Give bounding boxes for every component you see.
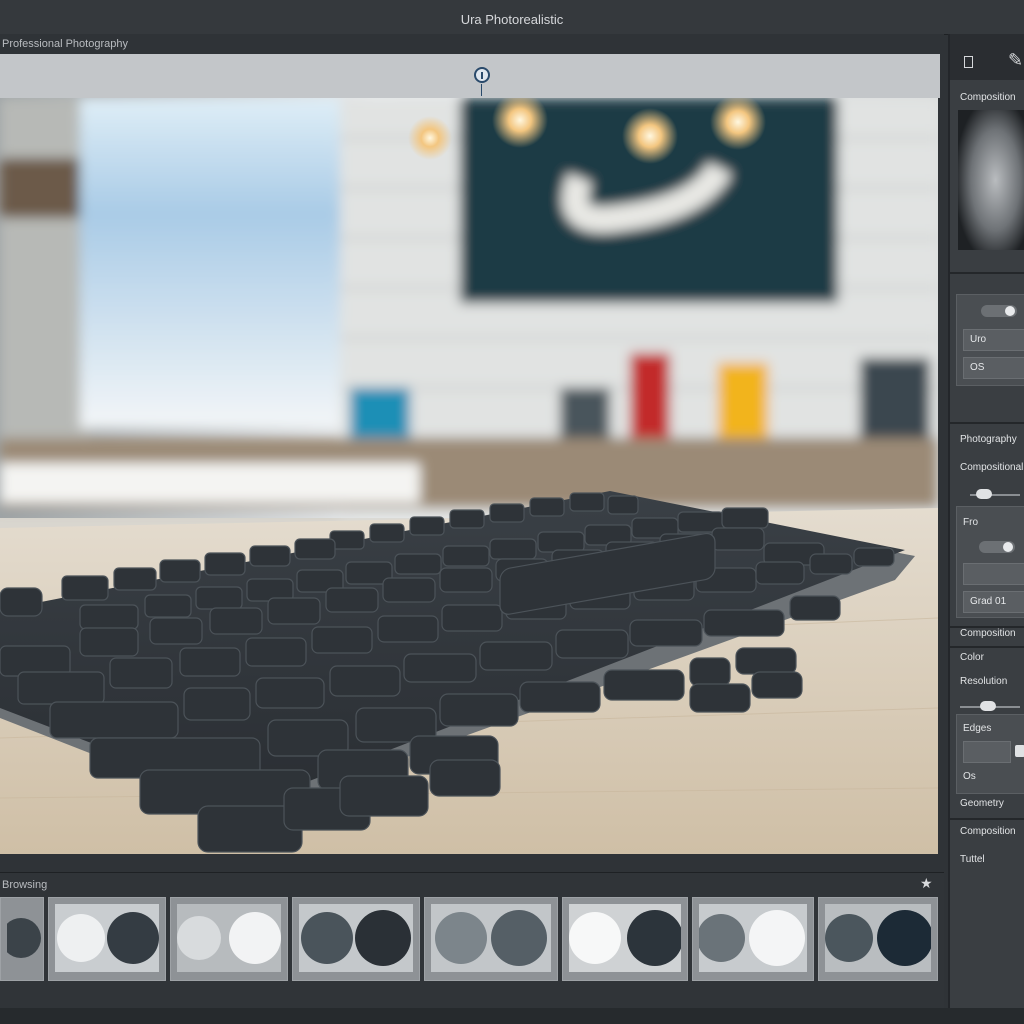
status-bar [0,1008,1024,1024]
right-properties-panel: ✎ Composition Uro OS Photography Composi… [948,34,1024,1008]
filmstrip-label: Browsing [2,879,48,891]
thumbnail-image [299,904,413,972]
thumbnail[interactable] [292,897,420,981]
title-bar: Ura Photorealistic [0,0,1024,35]
thumbnail[interactable] [48,897,166,981]
thumbnail[interactable] [692,897,814,981]
texture-preview-image [958,110,1024,250]
group-label: Edges [963,723,992,734]
group-label: Fro [963,517,978,528]
texture-preview[interactable] [958,110,1024,250]
window-title: Ura Photorealistic [460,12,564,27]
text-field[interactable]: OS [963,357,1024,379]
field-group: Uro OS [956,294,1024,386]
section-label: Geometry [960,798,1004,809]
thumbnail[interactable] [170,897,288,981]
canvas-panel: Professional Photography [0,34,944,870]
playhead-handle-icon[interactable] [474,67,490,83]
text-field[interactable]: Grad 01 [963,591,1024,613]
slider-handle[interactable] [980,701,996,711]
section-label: Photography [960,434,1017,445]
square-icon[interactable] [964,56,973,68]
divider [950,646,1024,648]
field-group: Edges Os [956,714,1024,794]
thumbnail-image [825,904,931,972]
thumbnail-image [177,904,281,972]
text-field[interactable]: Uro [963,329,1024,351]
playhead-line [481,84,482,96]
right-toolbar: ✎ [950,34,1024,80]
thumbnail[interactable] [0,897,44,981]
section-label: Composition [960,826,1016,837]
photo-canvas[interactable] [0,98,938,854]
canvas-panel-header: Professional Photography [0,34,944,54]
thumbnail[interactable] [424,897,558,981]
toggle-switch[interactable] [979,541,1015,553]
slider-handle[interactable] [976,489,992,499]
thumbnail[interactable] [562,897,688,981]
thumbnail-image [699,904,807,972]
thumbnail-image [55,904,159,972]
section-label: Tuttel [960,854,985,865]
pen-icon[interactable]: ✎ [1008,50,1023,71]
thumbnail[interactable] [818,897,938,981]
divider [950,422,1024,424]
divider [950,272,1024,274]
thumbnail-image [7,918,41,958]
text-field[interactable] [963,741,1011,763]
text-field[interactable] [963,563,1024,585]
section-label: Color [960,652,984,663]
filmstrip-panel: Browsing ★ [0,872,944,1009]
canvas-panel-label: Professional Photography [2,38,128,50]
divider [950,818,1024,820]
thumbnail-image [431,904,551,972]
group-label: Os [963,771,976,782]
field-group: Fro Grad 01 [956,506,1024,618]
toggle-switch[interactable] [981,305,1017,317]
photo-editor-window: Ura Photorealistic Professional Photogra… [0,0,1024,1024]
keyboard-photo [0,98,938,854]
section-label: Composition [960,628,1016,639]
section-label: Compositional [960,462,1024,473]
star-icon[interactable]: ★ [920,875,933,892]
section-label: Resolution [960,676,1008,687]
checkbox[interactable] [1015,745,1024,757]
timeline-ruler[interactable] [0,54,940,98]
preview-label: Composition [960,92,1016,103]
thumbnail-image [569,904,681,972]
